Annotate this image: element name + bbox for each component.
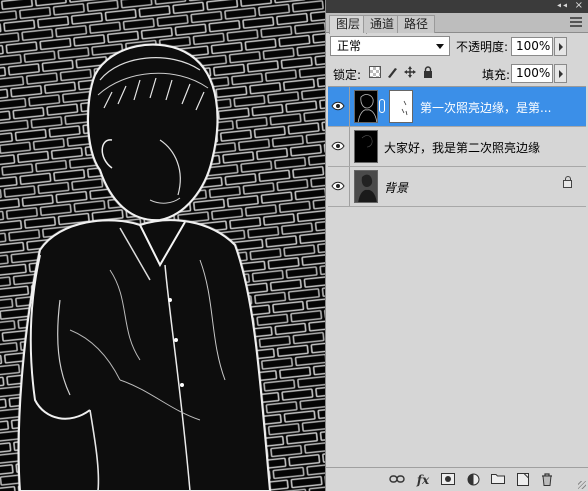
- group-folder-icon[interactable]: [491, 473, 505, 487]
- opacity-input[interactable]: 100%: [511, 37, 553, 56]
- lock-pixels-brush-icon[interactable]: [386, 66, 398, 78]
- lock-label: 锁定:: [333, 68, 362, 82]
- layer-name[interactable]: 第一次照亮边缘，是第...: [420, 99, 551, 116]
- link-icon[interactable]: [388, 473, 406, 487]
- blend-mode-select[interactable]: 正常: [330, 36, 450, 56]
- layer-row[interactable]: 大家好，我是第二次照亮边缘: [328, 127, 586, 167]
- glowing-edges-image: [0, 0, 325, 491]
- new-layer-icon[interactable]: [516, 473, 530, 487]
- lock-all-icon[interactable]: [422, 66, 434, 78]
- adjustment-icon[interactable]: [466, 473, 480, 487]
- document-canvas[interactable]: [0, 0, 325, 491]
- layers-list: 第一次照亮边缘，是第... 大家好，我是第二次照亮边缘 背景: [328, 86, 586, 466]
- layer-name[interactable]: 背景: [384, 179, 408, 196]
- layer-lock-icon: [563, 176, 572, 188]
- layer-thumbnail[interactable]: [354, 130, 378, 163]
- visibility-eye-icon[interactable]: [328, 87, 350, 126]
- panel-menu-icon[interactable]: [570, 17, 582, 27]
- tab-paths[interactable]: 路径: [397, 15, 436, 33]
- panel-title-bar: ◂◂ ×: [326, 0, 588, 13]
- visibility-eye-icon[interactable]: [328, 167, 350, 206]
- tab-layers[interactable]: 图层: [329, 15, 368, 34]
- visibility-eye-icon[interactable]: [328, 127, 350, 166]
- opacity-slider-button[interactable]: [554, 37, 567, 56]
- fx-icon[interactable]: fx: [414, 473, 432, 487]
- mask-link-icon[interactable]: [379, 99, 385, 113]
- blend-mode-value: 正常: [337, 39, 362, 53]
- layer-thumbnail[interactable]: [354, 170, 378, 203]
- mask-icon[interactable]: [441, 473, 455, 487]
- layer-row[interactable]: 背景: [328, 167, 586, 207]
- panel-tabs: 图层 通道 路径: [326, 13, 588, 34]
- layers-bottom-toolbar: fx: [326, 467, 588, 491]
- layer-mask-thumbnail[interactable]: [389, 90, 413, 123]
- layer-row[interactable]: 第一次照亮边缘，是第...: [328, 87, 586, 127]
- tab-channels[interactable]: 通道: [363, 15, 402, 33]
- blend-opacity-row: 正常 不透明度: 100%: [326, 36, 588, 58]
- collapse-panel-button[interactable]: ◂◂: [556, 0, 568, 12]
- lock-fill-row: 锁定: 填充: 100%: [326, 62, 588, 84]
- resize-grip-icon[interactable]: [578, 481, 586, 489]
- fill-input[interactable]: 100%: [511, 64, 553, 83]
- layer-thumbnail[interactable]: [354, 90, 378, 123]
- fill-label: 填充:: [482, 68, 511, 82]
- close-panel-button[interactable]: ×: [575, 0, 583, 12]
- layers-panel: ◂◂ × 图层 通道 路径 正常 不透明度: 100% 锁定: 填充: 100%: [325, 0, 588, 491]
- opacity-label: 不透明度:: [456, 40, 509, 54]
- lock-transparency-icon[interactable]: [369, 66, 381, 78]
- fill-slider-button[interactable]: [554, 64, 567, 83]
- chevron-down-icon: [436, 44, 444, 49]
- trash-icon[interactable]: [540, 473, 554, 487]
- lock-position-move-icon[interactable]: [404, 66, 416, 78]
- layer-name[interactable]: 大家好，我是第二次照亮边缘: [384, 139, 540, 156]
